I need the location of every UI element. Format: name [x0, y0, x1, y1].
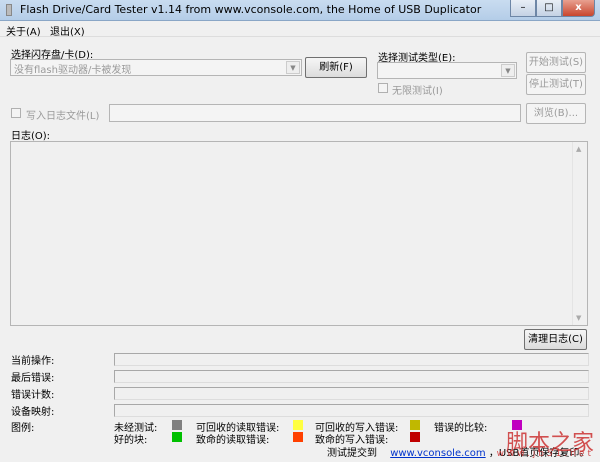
window-title: Flash Drive/Card Tester v1.14 from www.v… — [20, 3, 482, 16]
browse-button[interactable]: 浏览(B)... — [526, 103, 586, 124]
footer-prefix: 测试提交到 — [327, 448, 377, 459]
maximize-button[interactable]: □ — [536, 0, 562, 17]
start-test-button[interactable]: 开始测试(S) — [526, 52, 586, 73]
status-label-current: 当前操作: — [11, 356, 55, 367]
legend-swatch — [293, 420, 303, 430]
current-operation-field — [114, 353, 589, 366]
menu-bar: 关于(A) 退出(X) — [0, 21, 600, 38]
legend-swatch — [172, 420, 182, 430]
last-error-field — [114, 370, 589, 383]
write-log-label: 写入日志文件(L) — [26, 111, 100, 122]
status-label-last-error: 最后错误: — [11, 373, 55, 384]
error-count-field — [114, 387, 589, 400]
legend-swatch — [410, 420, 420, 430]
status-label-error-count: 错误计数: — [11, 390, 55, 401]
vconsole-link[interactable]: www.vconsole.com — [390, 448, 485, 459]
chevron-down-icon: ▼ — [501, 64, 515, 77]
refresh-button[interactable]: 刷新(F) — [305, 57, 367, 78]
legend-item-label: 错误的比较: — [434, 423, 488, 434]
scroll-up-icon: ▲ — [576, 145, 582, 153]
legend-item-label: 好的块: — [114, 435, 148, 446]
log-textarea[interactable]: ▲ ▼ — [10, 141, 588, 326]
write-log-checkbox[interactable] — [11, 108, 21, 118]
unlimited-test-label: 无限测试(I) — [392, 86, 443, 97]
menu-exit[interactable]: 退出(X) — [50, 23, 85, 38]
legend-swatch — [293, 432, 303, 442]
drive-select-value: 没有flash驱动器/卡被发现 — [14, 65, 132, 76]
title-bar: Flash Drive/Card Tester v1.14 from www.v… — [0, 0, 600, 21]
chevron-down-icon: ▼ — [286, 61, 300, 74]
legend-item-label: 致命的读取错误: — [196, 435, 270, 446]
clear-log-button[interactable]: 清理日志(C) — [524, 329, 587, 350]
log-label: 日志(O): — [11, 131, 51, 142]
watermark-url: www.jb51.net — [496, 449, 594, 459]
device-map-field — [114, 404, 589, 417]
stop-test-button[interactable]: 停止测试(T) — [526, 74, 586, 95]
test-type-select[interactable]: ▼ — [377, 62, 517, 79]
log-file-path-input[interactable] — [109, 104, 521, 122]
log-scrollbar[interactable]: ▲ ▼ — [572, 142, 587, 325]
app-icon — [6, 4, 12, 16]
unlimited-test-checkbox[interactable] — [378, 83, 388, 93]
drive-select[interactable]: 没有flash驱动器/卡被发现 ▼ — [10, 59, 302, 76]
legend-swatch — [410, 432, 420, 442]
menu-about[interactable]: 关于(A) — [6, 23, 41, 38]
minimize-button[interactable]: – — [510, 0, 536, 17]
scroll-down-icon: ▼ — [576, 314, 582, 322]
legend-swatch — [172, 432, 182, 442]
close-button[interactable]: x — [562, 0, 595, 17]
legend-label: 图例: — [11, 423, 35, 434]
status-label-device-map: 设备映射: — [11, 407, 55, 418]
